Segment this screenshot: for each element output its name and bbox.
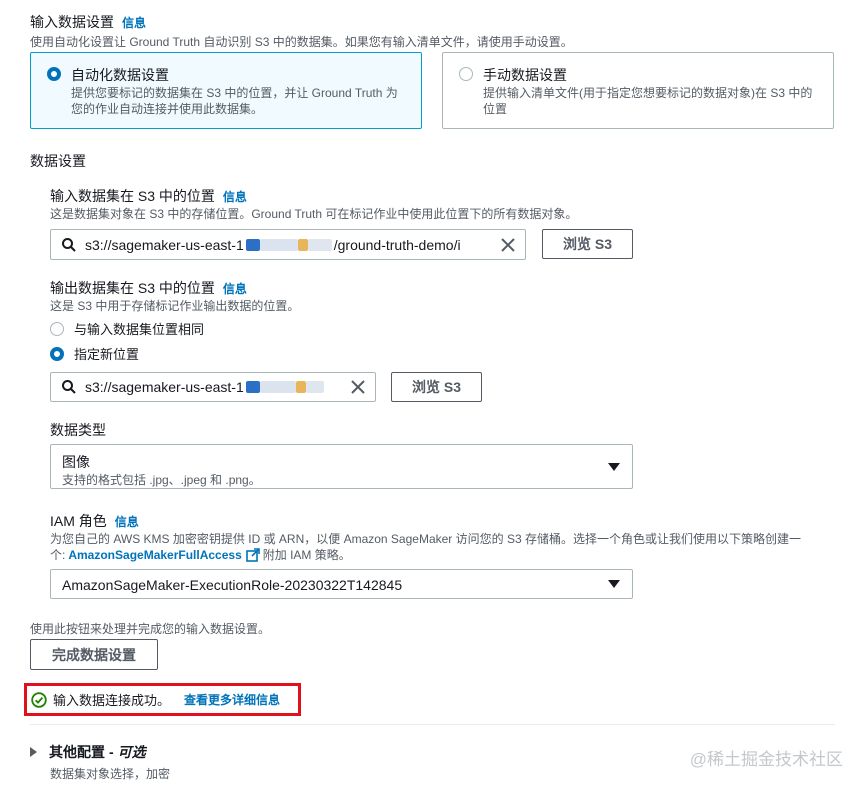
info-link[interactable]: 信息	[223, 282, 247, 296]
other-config-toggle[interactable]: 其他配置 - 可选	[30, 742, 146, 762]
clear-icon[interactable]	[351, 380, 365, 394]
search-icon	[61, 237, 77, 253]
divider	[30, 724, 835, 725]
other-config-desc: 数据集对象选择，加密	[50, 767, 171, 781]
caret-down-icon	[608, 580, 620, 588]
output-same-option[interactable]: 与输入数据集位置相同	[50, 319, 204, 338]
output-same-radio[interactable]	[50, 321, 64, 336]
output-location-desc: 这是 S3 中用于存储标记作业输出数据的位置。	[50, 299, 300, 313]
output-location-field[interactable]: s3://sagemaker-us-east-1	[50, 372, 376, 402]
input-location-desc: 这是数据集对象在 S3 中的存储位置。Ground Truth 可在标记作业中使…	[50, 207, 578, 221]
status-message: 输入数据连接成功。 查看更多详细信息	[31, 690, 280, 709]
data-type-select[interactable]: 图像 支持的格式包括 .jpg、.jpeg 和 .png。	[50, 444, 633, 489]
iam-role-desc-prefix: 个:	[50, 548, 66, 562]
data-settings-title: 数据设置	[30, 153, 86, 169]
iam-role-heading: IAM 角色 信息	[50, 511, 139, 531]
browse-s3-output-button[interactable]: 浏览 S3	[391, 372, 482, 402]
redacted-region	[245, 381, 324, 393]
output-same-label: 与输入数据集位置相同	[74, 322, 205, 337]
auto-setup-radio[interactable]	[47, 67, 61, 81]
output-location-heading: 输出数据集在 S3 中的位置 信息	[50, 278, 247, 298]
output-location-value-prefix: s3://sagemaker-us-east-1	[85, 379, 244, 395]
iam-role-desc-1: 为您自己的 AWS KMS 加密密钥提供 ID 或 ARN，以便 Amazon …	[50, 532, 801, 546]
iam-role-desc-2: 个: AmazonSageMakerFullAccess 附加 IAM 策略。	[50, 546, 351, 563]
output-new-label: 指定新位置	[74, 347, 140, 362]
output-new-radio[interactable]	[50, 346, 64, 361]
caret-down-icon	[608, 463, 620, 471]
complete-setup-button[interactable]: 完成数据设置	[30, 639, 158, 670]
input-settings-desc: 使用自动化设置让 Ground Truth 自动识别 S3 中的数据集。如果您有…	[30, 35, 573, 49]
input-location-value-prefix: s3://sagemaker-us-east-1	[85, 236, 244, 253]
data-type-selected: 图像	[62, 454, 90, 470]
separator: -	[109, 744, 114, 760]
input-location-title: 输入数据集在 S3 中的位置	[50, 188, 215, 204]
iam-role-title: IAM 角色	[50, 513, 107, 529]
auto-setup-card[interactable]: 自动化数据设置 提供您要标记的数据集在 S3 中的位置，并让 Ground Tr…	[30, 52, 422, 129]
data-type-selected-desc: 支持的格式包括 .jpg、.jpeg 和 .png。	[62, 473, 261, 487]
input-location-value-suffix: /ground-truth-demo/i	[333, 236, 461, 253]
caret-right-icon	[30, 747, 37, 757]
auto-setup-desc-1: 提供您要标记的数据集在 S3 中的位置，并让 Ground Truth 为	[71, 86, 398, 100]
output-location-title: 输出数据集在 S3 中的位置	[50, 280, 215, 296]
manual-setup-card[interactable]: 手动数据设置 提供输入清单文件(用于指定您想要标记的数据对象)在 S3 中的 位…	[442, 52, 834, 129]
auto-setup-desc-2: 您的作业自动连接并使用此数据集。	[71, 102, 264, 116]
other-config-title: 其他配置	[49, 744, 105, 760]
output-new-option[interactable]: 指定新位置	[50, 344, 139, 363]
info-link[interactable]: 信息	[122, 16, 146, 30]
browse-s3-input-button[interactable]: 浏览 S3	[542, 229, 633, 259]
iam-role-selected: AmazonSageMaker-ExecutionRole-20230322T1…	[62, 577, 403, 593]
iam-role-select[interactable]: AmazonSageMaker-ExecutionRole-20230322T1…	[50, 569, 633, 599]
manual-setup-radio[interactable]	[459, 67, 473, 81]
status-text: 输入数据连接成功。	[53, 693, 171, 708]
watermark: @稀土掘金技术社区	[689, 750, 843, 769]
input-location-field[interactable]: s3://sagemaker-us-east-1 /ground-truth-d…	[50, 229, 526, 260]
info-link[interactable]: 信息	[223, 190, 247, 204]
auto-setup-label: 自动化数据设置	[71, 67, 169, 83]
check-circle-icon	[31, 691, 47, 708]
policy-link[interactable]: AmazonSageMakerFullAccess	[68, 548, 241, 562]
clear-icon[interactable]	[501, 237, 515, 252]
other-config-optional: 可选	[117, 744, 146, 760]
external-link-icon[interactable]	[245, 547, 260, 562]
info-link[interactable]: 信息	[115, 515, 139, 529]
view-details-link[interactable]: 查看更多详细信息	[184, 691, 280, 708]
redacted-region	[245, 238, 332, 251]
input-settings-heading: 输入数据设置 信息	[30, 12, 146, 32]
search-icon	[61, 379, 77, 395]
manual-setup-desc-1: 提供输入清单文件(用于指定您想要标记的数据对象)在 S3 中的	[483, 86, 813, 100]
input-settings-title: 输入数据设置	[30, 14, 114, 30]
input-location-heading: 输入数据集在 S3 中的位置 信息	[50, 186, 247, 206]
data-type-title: 数据类型	[50, 422, 106, 438]
manual-setup-desc-2: 位置	[483, 102, 508, 116]
iam-role-desc-suffix: 附加 IAM 策略。	[262, 548, 351, 562]
complete-hint: 使用此按钮来处理并完成您的输入数据设置。	[30, 622, 271, 636]
manual-setup-label: 手动数据设置	[483, 67, 567, 83]
